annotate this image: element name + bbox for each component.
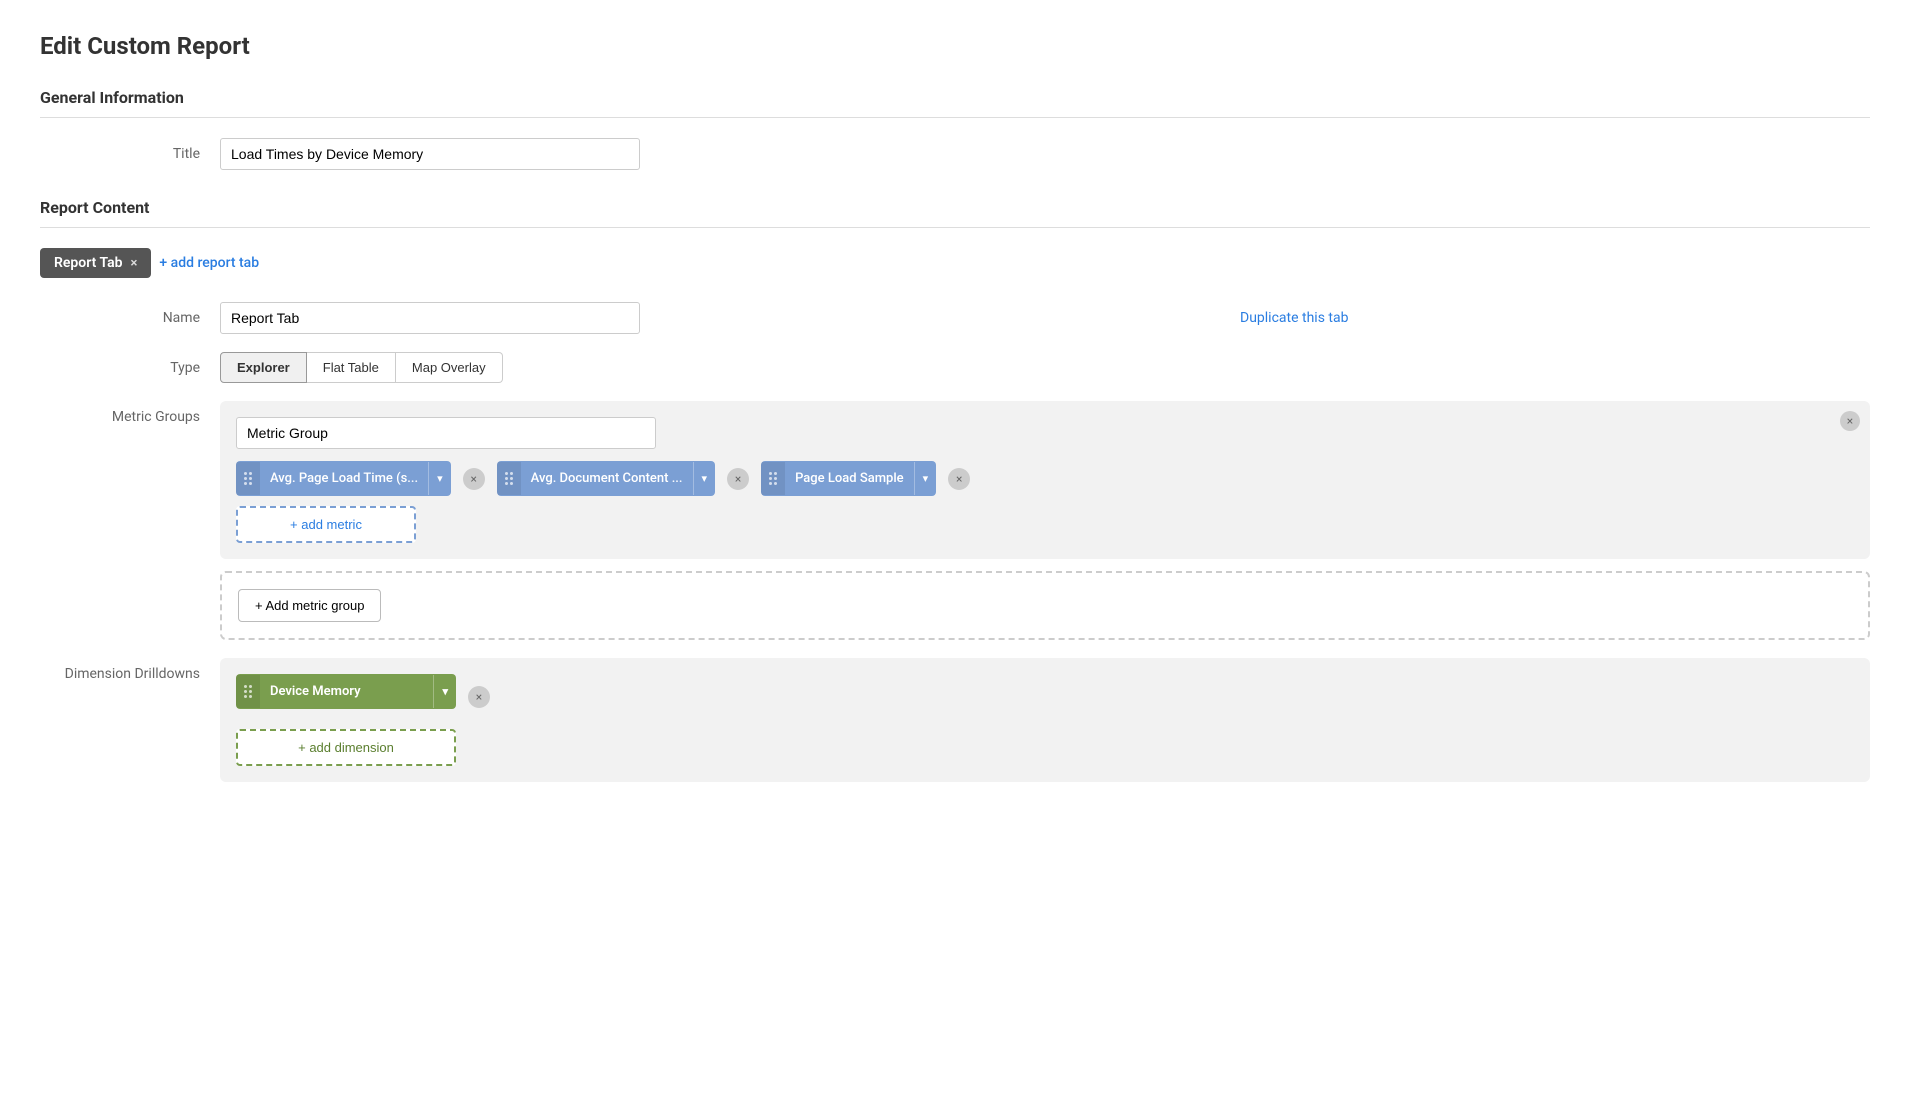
dimension-chip-1-drag[interactable] bbox=[236, 675, 260, 708]
dimension-chip-1: Device Memory ▾ bbox=[236, 674, 456, 709]
page-title: Edit Custom Report bbox=[40, 32, 1870, 60]
dimension-chip-1-label: Device Memory bbox=[260, 674, 433, 709]
tab-name-label-left: Name bbox=[40, 302, 220, 326]
report-tab-item[interactable]: Report Tab × bbox=[40, 248, 151, 278]
dimension-row: Device Memory ▾ × bbox=[236, 674, 1854, 719]
title-field-content bbox=[220, 138, 1870, 170]
general-information-section: General Information Title bbox=[40, 88, 1870, 170]
metrics-row: Avg. Page Load Time (s... ▾ × Avg. Docum… bbox=[236, 461, 1854, 496]
metric-groups-field-content: × Avg. Page Load Time (s... ▾ × bbox=[220, 401, 1870, 640]
add-report-tab-link[interactable]: + add report tab bbox=[159, 255, 259, 271]
general-information-heading: General Information bbox=[40, 88, 1870, 107]
add-metric-button[interactable]: + add metric bbox=[236, 506, 416, 543]
metric-chip-2-label: Avg. Document Content ... bbox=[521, 461, 693, 496]
general-info-divider bbox=[40, 117, 1870, 118]
duplicate-tab-link[interactable]: Duplicate this tab bbox=[1240, 302, 1348, 326]
type-btn-explorer[interactable]: Explorer bbox=[220, 352, 307, 383]
report-content-divider bbox=[40, 227, 1870, 228]
tab-name-input[interactable] bbox=[220, 302, 640, 334]
tab-type-label: Type bbox=[40, 352, 220, 376]
metric-chip-2-drag[interactable] bbox=[497, 462, 521, 495]
dimension-chip-1-remove[interactable]: × bbox=[468, 686, 490, 708]
metric-group-name-input[interactable] bbox=[236, 417, 656, 449]
metric-group-container: × Avg. Page Load Time (s... ▾ × bbox=[220, 401, 1870, 559]
add-metric-group-button[interactable]: + Add metric group bbox=[238, 589, 381, 622]
title-field-row: Title bbox=[40, 138, 1870, 170]
title-input[interactable] bbox=[220, 138, 640, 170]
metric-chip-3-label: Page Load Sample bbox=[785, 461, 914, 496]
dimension-drilldowns-field-row: Dimension Drilldowns Device Memory ▾ × bbox=[40, 658, 1870, 782]
tab-close-icon[interactable]: × bbox=[130, 256, 137, 271]
dimension-drilldowns-label: Dimension Drilldowns bbox=[40, 658, 220, 682]
dimension-chip-1-dropdown[interactable]: ▾ bbox=[433, 675, 456, 708]
metric-chip-2-dropdown[interactable]: ▾ bbox=[693, 462, 716, 495]
add-metric-group-box: + Add metric group bbox=[220, 571, 1870, 640]
metric-chip-3-remove[interactable]: × bbox=[948, 468, 970, 490]
tab-bar: Report Tab × + add report tab bbox=[40, 248, 1870, 278]
metric-chip-1-drag[interactable] bbox=[236, 462, 260, 495]
metric-group-close-btn[interactable]: × bbox=[1840, 411, 1860, 431]
dimension-drilldowns-field-content: Device Memory ▾ × + add dimension bbox=[220, 658, 1870, 782]
type-button-group: Explorer Flat Table Map Overlay bbox=[220, 352, 1870, 383]
type-btn-flat-table[interactable]: Flat Table bbox=[307, 352, 396, 383]
tab-type-field-row: Type Explorer Flat Table Map Overlay bbox=[40, 352, 1870, 383]
metric-chip-2: Avg. Document Content ... ▾ bbox=[497, 461, 715, 496]
type-btn-map-overlay[interactable]: Map Overlay bbox=[396, 352, 503, 383]
metric-chip-1-dropdown[interactable]: ▾ bbox=[428, 462, 451, 495]
tab-name-field-row: Name Duplicate this tab bbox=[40, 302, 1870, 334]
report-content-heading: Report Content bbox=[40, 198, 1870, 217]
metric-chip-3: Page Load Sample ▾ bbox=[761, 461, 936, 496]
metric-chip-3-drag[interactable] bbox=[761, 462, 785, 495]
tab-type-field-content: Explorer Flat Table Map Overlay bbox=[220, 352, 1870, 383]
tab-content: Name Duplicate this tab Type Explorer Fl… bbox=[40, 302, 1870, 782]
add-dimension-button[interactable]: + add dimension bbox=[236, 729, 456, 766]
title-label: Title bbox=[40, 138, 220, 162]
metric-chip-3-dropdown[interactable]: ▾ bbox=[914, 462, 937, 495]
metric-groups-label: Metric Groups bbox=[40, 401, 220, 425]
metric-chip-2-remove[interactable]: × bbox=[727, 468, 749, 490]
dimension-container: Device Memory ▾ × + add dimension bbox=[220, 658, 1870, 782]
tab-name-field-content: Duplicate this tab bbox=[220, 302, 1870, 334]
report-content-section: Report Content Report Tab × + add report… bbox=[40, 198, 1870, 782]
metric-groups-field-row: Metric Groups × Avg. Page Load Time (s..… bbox=[40, 401, 1870, 640]
tab-name-label: Report Tab bbox=[54, 255, 122, 271]
metric-chip-1-remove[interactable]: × bbox=[463, 468, 485, 490]
metric-chip-1: Avg. Page Load Time (s... ▾ bbox=[236, 461, 451, 496]
metric-chip-1-label: Avg. Page Load Time (s... bbox=[260, 461, 428, 496]
